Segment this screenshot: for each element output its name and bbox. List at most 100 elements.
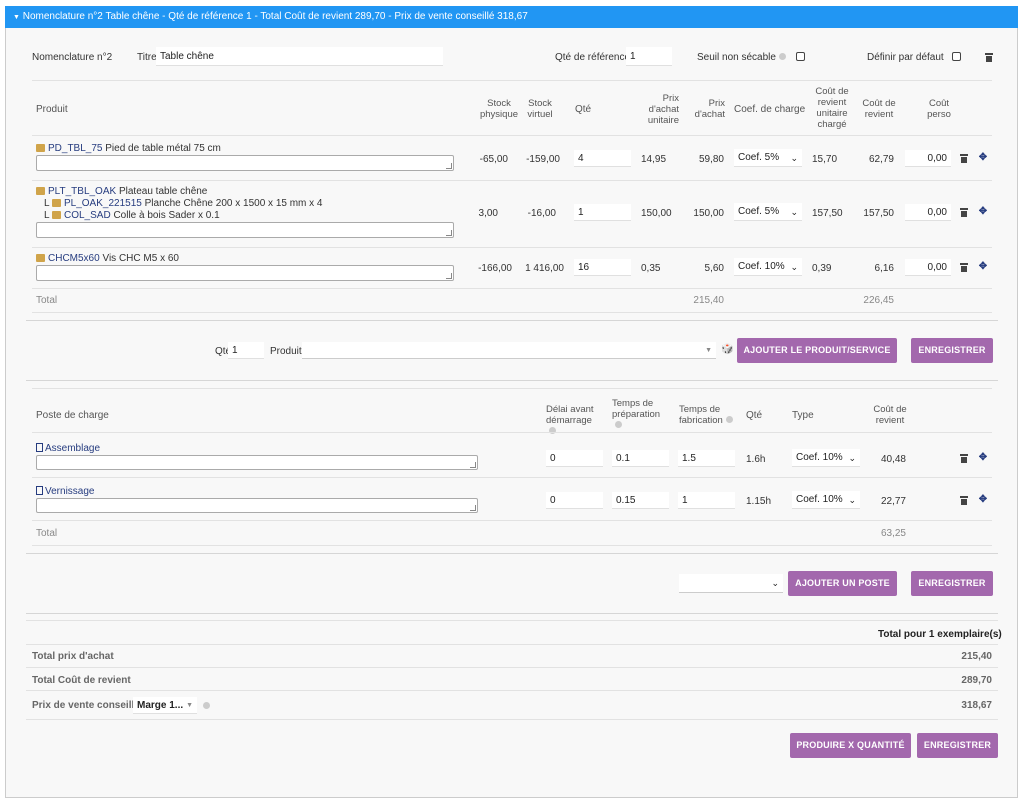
save-button[interactable]: ENREGISTRER — [917, 733, 998, 758]
total-cout-revient-label: Total Coût de revient — [32, 675, 131, 686]
prix-unitaire: 150,00 — [641, 208, 672, 219]
sub-product-name: Colle à bois Sader x 0.1 — [113, 210, 220, 221]
section-divider — [26, 553, 998, 554]
sub-product-ref-link[interactable]: PL_OAK_221515 — [64, 198, 142, 209]
type-select-value: Coef. 10% — [796, 494, 843, 505]
delete-poste-icon[interactable] — [960, 454, 968, 463]
temps-fab-input[interactable] — [678, 450, 735, 467]
product-ref-link[interactable]: CHCM5x60 — [48, 253, 100, 264]
charge-cout: 22,77 — [880, 496, 906, 507]
product-ref-link[interactable]: PLT_TBL_OAK — [48, 186, 116, 197]
seuil-label-wrap: Seuil non sécable — [697, 52, 786, 63]
qte-input[interactable] — [574, 204, 631, 221]
poste-line: Vernissage — [36, 486, 94, 497]
save-postes-button[interactable]: ENREGISTRER — [911, 571, 993, 596]
delete-line-icon[interactable] — [960, 154, 968, 163]
th-prix-achat: Prix d'achat — [694, 98, 725, 120]
cout-perso-input[interactable] — [905, 150, 951, 167]
divider — [26, 644, 998, 645]
cout-revient: 62,79 — [868, 154, 894, 165]
stock-virtuel: 1 416,00 — [525, 263, 564, 274]
seuil-checkbox[interactable] — [796, 52, 805, 61]
th-prix-achat-unitaire: Prix d'achat unitaire — [647, 93, 679, 126]
poste-note-textarea[interactable] — [36, 455, 478, 470]
poste-note-textarea[interactable] — [36, 498, 478, 513]
product-note-textarea[interactable] — [36, 265, 454, 281]
product-line: CHCM5x60 Vis CHC M5 x 60 — [36, 253, 179, 264]
temps-fab-input[interactable] — [678, 492, 735, 509]
divider — [26, 690, 998, 691]
coef-select[interactable]: Coef. 5% ⌄ — [734, 203, 802, 221]
type-select[interactable]: Coef. 10% ⌄ — [792, 449, 860, 467]
chevron-down-icon: ⌄ — [790, 262, 798, 272]
poste-name-link[interactable]: Vernissage — [45, 486, 94, 497]
product-note-textarea[interactable] — [36, 155, 454, 171]
info-icon — [203, 702, 210, 709]
qte-input[interactable] — [574, 259, 631, 276]
move-icon[interactable]: ✥ — [978, 262, 988, 272]
move-icon[interactable]: ✥ — [978, 153, 988, 163]
delete-line-icon[interactable] — [960, 208, 968, 217]
th-cout-revient: Coût de revient — [862, 98, 896, 120]
chevron-down-icon: ⌄ — [771, 578, 779, 588]
stock-physique: -65,00 — [479, 154, 508, 165]
divider — [32, 312, 992, 313]
product-ref-link[interactable]: PD_TBL_75 — [48, 143, 102, 154]
delete-nomenclature-icon[interactable] — [985, 53, 993, 62]
charge-qte: 1.6h — [746, 454, 766, 465]
move-icon[interactable]: ✥ — [978, 453, 988, 463]
qte-input[interactable] — [574, 150, 631, 167]
section-divider — [26, 380, 998, 381]
delai-input[interactable] — [546, 450, 603, 467]
dice-icon[interactable]: 🎲 — [721, 344, 733, 355]
delete-line-icon[interactable] — [960, 263, 968, 272]
panel-title: Nomenclature n°2 Table chêne - Qté de ré… — [22, 11, 528, 22]
section-divider — [26, 320, 998, 321]
divider — [32, 520, 992, 521]
caret-down-icon: ▼ — [705, 347, 712, 354]
prix-vente-value: 318,67 — [961, 700, 992, 711]
type-select[interactable]: Coef. 10% ⌄ — [792, 491, 860, 509]
delete-poste-icon[interactable] — [960, 496, 968, 505]
document-icon — [36, 443, 43, 452]
poste-name-link[interactable]: Assemblage — [45, 443, 100, 454]
produire-button[interactable]: PRODUIRE X QUANTITÉ — [790, 733, 911, 758]
titre-input[interactable] — [156, 47, 443, 66]
cout-unitaire: 0,39 — [812, 263, 832, 274]
product-name: Vis CHC M5 x 60 — [102, 253, 179, 264]
th-poste-charge: Poste de charge — [36, 410, 109, 421]
add-produit-label: Produit — [270, 346, 302, 357]
th-coef: Coef. de charge — [734, 104, 806, 115]
add-qte-input[interactable] — [228, 342, 264, 359]
product-note-textarea[interactable] — [36, 222, 454, 238]
add-product-button[interactable]: AJOUTER LE PRODUIT/SERVICE — [737, 338, 897, 363]
qte-reference-input[interactable] — [626, 47, 672, 66]
cout-perso-input[interactable] — [905, 204, 951, 221]
move-icon[interactable]: ✥ — [978, 207, 988, 217]
marge-select[interactable]: Marge 1... ▼ — [133, 697, 197, 714]
divider — [32, 80, 992, 81]
th-temps-preparation: Temps de préparation — [612, 398, 664, 431]
coef-select[interactable]: Coef. 10% ⌄ — [734, 258, 802, 276]
divider — [26, 719, 998, 720]
th-charge-qte: Qté — [746, 410, 763, 421]
cout-perso-input[interactable] — [905, 259, 951, 276]
product-search-select[interactable]: ▼ — [302, 342, 716, 359]
sub-product-ref-link[interactable]: COL_SAD — [64, 210, 111, 221]
divider — [32, 432, 992, 433]
temps-prep-input[interactable] — [612, 450, 669, 467]
temps-prep-input[interactable] — [612, 492, 669, 509]
info-icon — [725, 416, 733, 423]
poste-select[interactable]: ⌄ — [679, 574, 783, 593]
delai-input[interactable] — [546, 492, 603, 509]
defaut-checkbox[interactable] — [952, 52, 961, 61]
package-icon — [36, 144, 45, 152]
panel-header[interactable]: ▼ Nomenclature n°2 Table chêne - Qté de … — [5, 6, 1018, 28]
save-products-button[interactable]: ENREGISTRER — [911, 338, 993, 363]
sub-prefix: L — [44, 210, 50, 221]
coef-select[interactable]: Coef. 5% ⌄ — [734, 149, 802, 167]
prix-achat: 5,60 — [704, 263, 724, 274]
add-poste-button[interactable]: AJOUTER UN POSTE — [788, 571, 897, 596]
move-icon[interactable]: ✥ — [978, 495, 988, 505]
prix-vente-label: Prix de vente conseillé — [32, 700, 140, 711]
